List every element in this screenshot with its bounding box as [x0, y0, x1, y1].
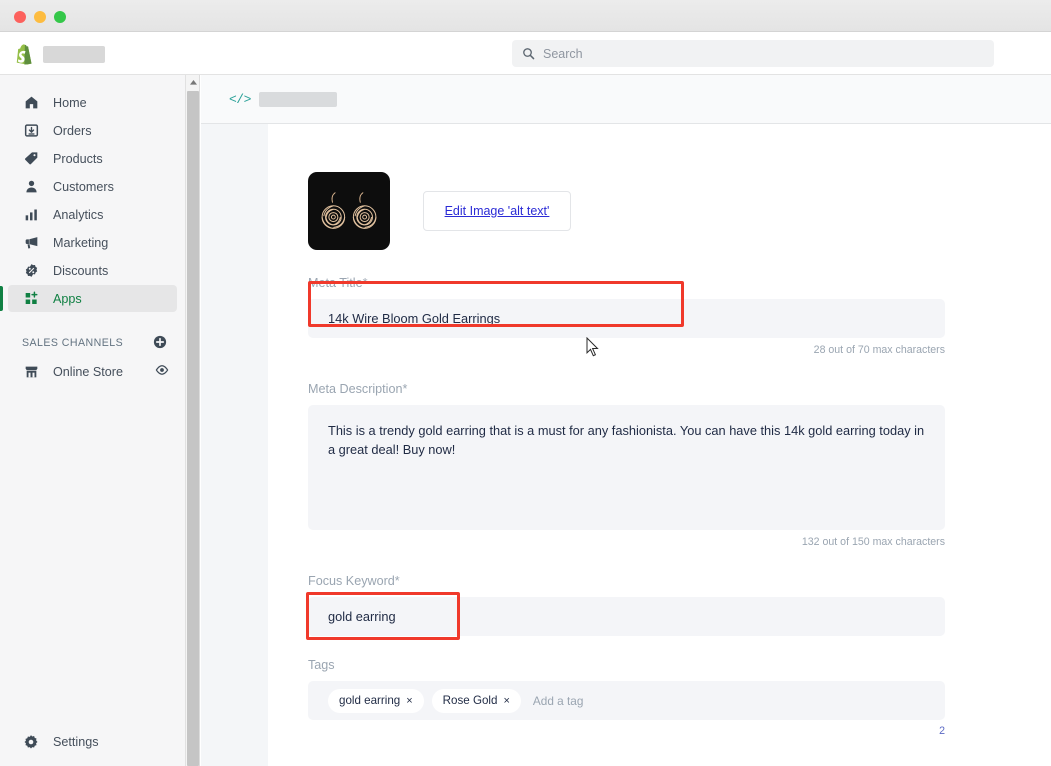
minimize-window-button[interactable]: [34, 11, 46, 23]
meta-title-label: Meta Title*: [308, 276, 368, 290]
settings-label: Settings: [53, 735, 99, 749]
edit-alt-text-link[interactable]: Edit Image 'alt text': [445, 204, 550, 218]
sidebar-item-products[interactable]: Products: [8, 145, 177, 172]
apps-icon: [22, 290, 40, 308]
product-image: [308, 172, 390, 250]
sidebar-item-online-store[interactable]: Online Store: [8, 358, 177, 385]
sidebar-item-label: Customers: [53, 179, 114, 194]
sidebar-scrollbar[interactable]: [186, 75, 200, 766]
sidebar-item-home[interactable]: Home: [8, 89, 177, 116]
tags-field[interactable]: gold earring × Rose Gold × Add a tag: [308, 681, 945, 720]
sidebar-item-label: Home: [53, 95, 87, 110]
search-input[interactable]: [543, 46, 963, 61]
sidebar-item-apps[interactable]: Apps: [0, 285, 177, 312]
focus-keyword-field[interactable]: gold earring: [308, 597, 945, 636]
orders-icon: [22, 122, 40, 140]
store-name-redacted: [43, 46, 105, 63]
sidebar-item-label: Orders: [53, 123, 92, 138]
mouse-cursor: [586, 337, 599, 357]
content-area: </> Edit Image 'alt text' Meta Title* 14…: [201, 75, 1051, 766]
sidebar-nav-list: Home Orders Products Customers Analytics…: [0, 75, 185, 385]
sidebar-item-orders[interactable]: Orders: [8, 117, 177, 144]
meta-title-counter: 28 out of 70 max characters: [813, 344, 945, 356]
meta-description-field[interactable]: This is a trendy gold earring that is a …: [308, 405, 945, 530]
plus-circle-icon[interactable]: [153, 335, 167, 352]
breadcrumb-title-redacted: [258, 91, 337, 107]
remove-tag-icon[interactable]: ×: [406, 695, 412, 707]
edit-alt-text-button[interactable]: Edit Image 'alt text': [423, 191, 571, 231]
tag-label: Rose Gold: [442, 694, 498, 707]
sidebar-item-discounts[interactable]: Discounts: [8, 257, 177, 284]
maximize-window-button[interactable]: [54, 11, 66, 23]
global-search-bar[interactable]: [512, 40, 994, 67]
sales-channels-header: SALES CHANNELS: [8, 332, 177, 354]
tag-label: gold earring: [339, 694, 401, 707]
remove-tag-icon[interactable]: ×: [503, 695, 509, 707]
meta-description-counter: 132 out of 150 max characters: [801, 536, 945, 548]
breadcrumb: </>: [201, 75, 1051, 124]
search-icon: [523, 48, 535, 60]
sidebar-item-analytics[interactable]: Analytics: [8, 201, 177, 228]
eye-icon[interactable]: [155, 363, 169, 380]
tags-count: 2: [939, 725, 945, 737]
sidebar-item-label: Discounts: [53, 263, 109, 278]
sidebar-item-marketing[interactable]: Marketing: [8, 229, 177, 256]
sidebar-item-label: Online Store: [53, 364, 124, 379]
sidebar-item-label: Analytics: [53, 207, 104, 222]
person-icon: [22, 178, 40, 196]
app-top-bar: [0, 32, 1051, 75]
shopify-logo-icon: [16, 44, 32, 65]
add-tag-placeholder[interactable]: Add a tag: [533, 694, 584, 708]
sidebar-item-label: Products: [53, 151, 103, 166]
gear-icon: [22, 733, 40, 751]
main-sidebar: Home Orders Products Customers Analytics…: [0, 75, 186, 766]
meta-title-value: 14k Wire Bloom Gold Earrings: [328, 311, 501, 326]
tag-pill[interactable]: gold earring ×: [328, 688, 424, 713]
sales-channels-label: SALES CHANNELS: [22, 337, 124, 349]
sidebar-item-label: Marketing: [53, 235, 109, 250]
sidebar-item-settings[interactable]: Settings: [0, 728, 186, 756]
tags-label: Tags: [308, 658, 335, 672]
bar-chart-icon: [22, 206, 40, 224]
browser-window: Home Orders: [0, 0, 1051, 766]
focus-keyword-value: gold earring: [328, 609, 396, 624]
window-titlebar: [0, 0, 1051, 32]
store-icon: [22, 363, 40, 381]
focus-keyword-label: Focus Keyword*: [308, 574, 400, 588]
megaphone-icon: [22, 234, 40, 252]
meta-description-value: This is a trendy gold earring that is a …: [328, 423, 925, 457]
sidebar-item-label: Apps: [53, 291, 82, 306]
sidebar-item-customers[interactable]: Customers: [8, 173, 177, 200]
home-icon: [22, 94, 40, 112]
scrollbar-thumb[interactable]: [187, 91, 199, 766]
close-window-button[interactable]: [14, 11, 26, 23]
tag-pill[interactable]: Rose Gold ×: [431, 688, 521, 713]
meta-title-field[interactable]: 14k Wire Bloom Gold Earrings: [308, 299, 945, 338]
meta-description-label: Meta Description*: [308, 382, 408, 396]
tag-icon: [22, 150, 40, 168]
seo-editor-card: Edit Image 'alt text' Meta Title* 14k Wi…: [268, 124, 1051, 766]
product-image-row: Edit Image 'alt text': [308, 172, 1012, 250]
code-icon: </>: [229, 91, 251, 107]
discount-icon: [22, 262, 40, 280]
earrings-illustration: [321, 192, 377, 229]
scroll-up-arrow-icon[interactable]: [186, 75, 200, 90]
